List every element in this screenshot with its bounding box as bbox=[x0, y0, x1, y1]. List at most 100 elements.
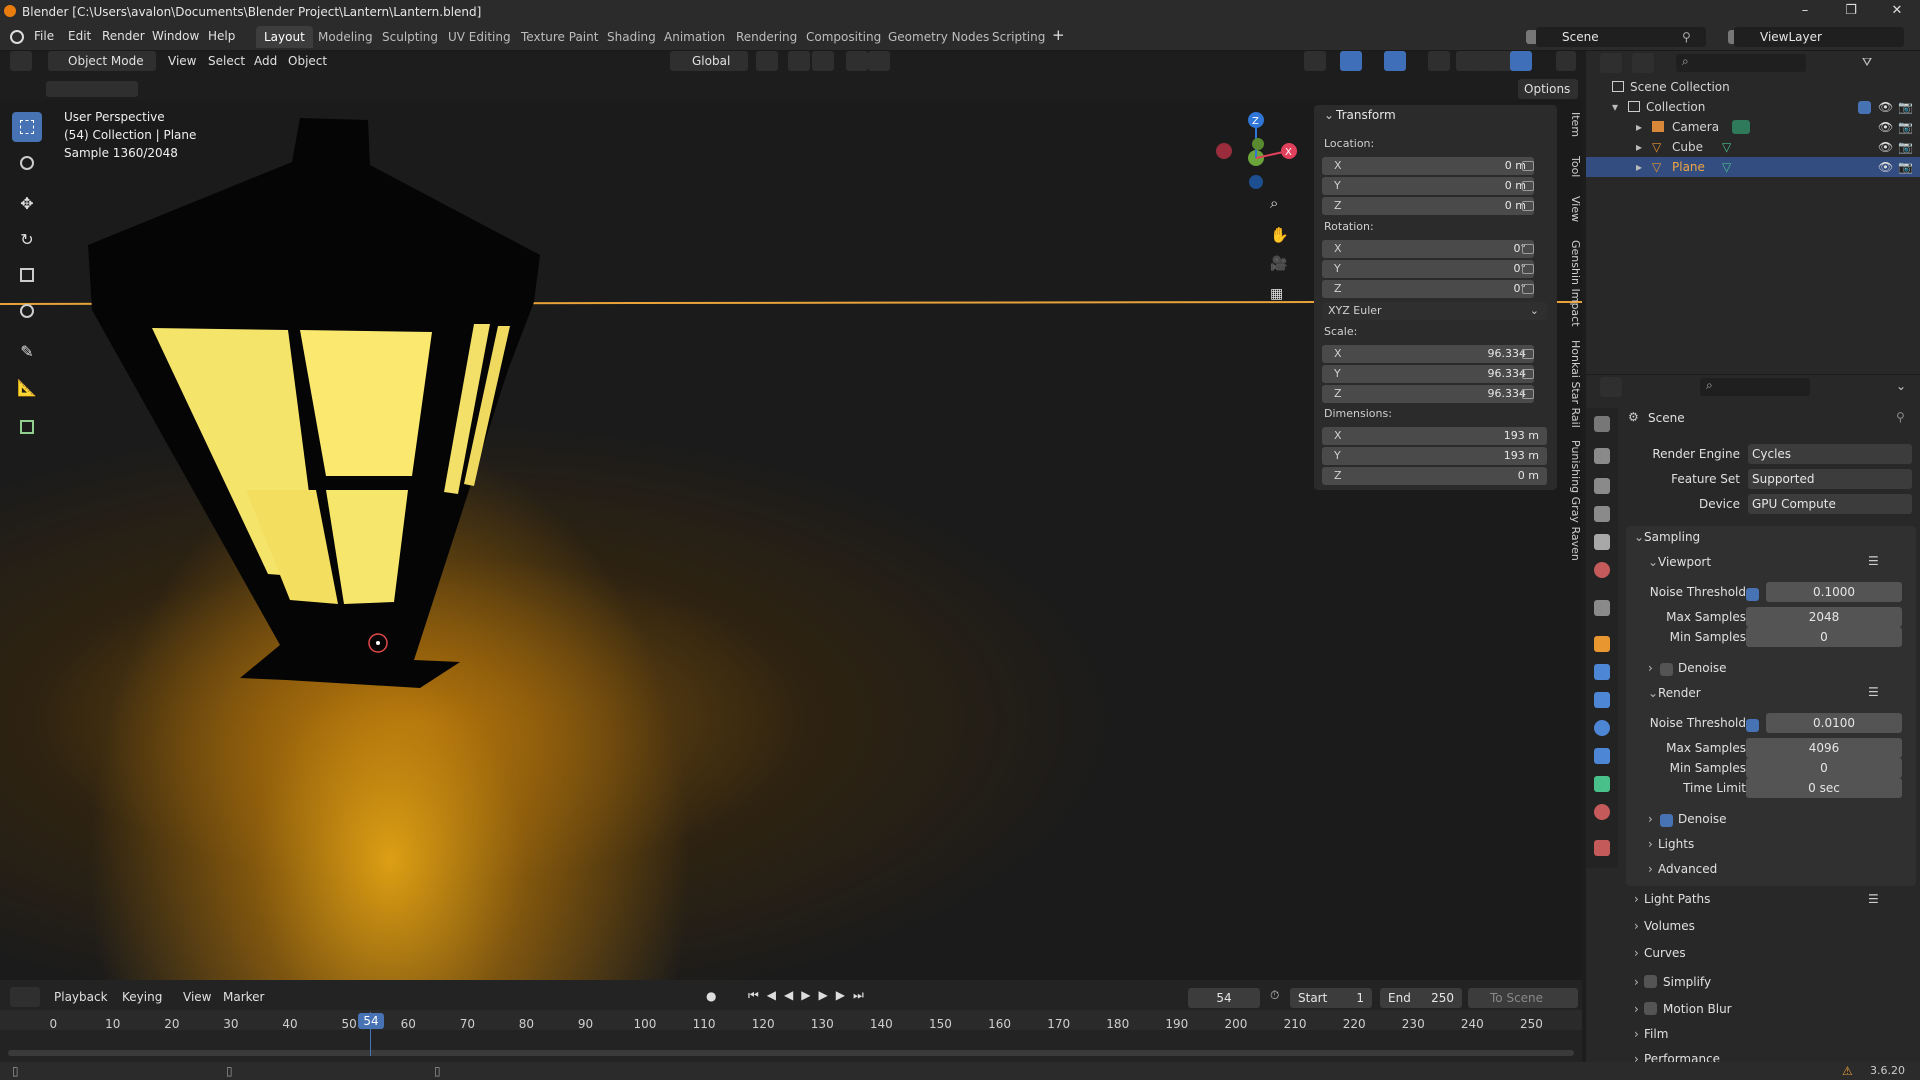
presets-list-icon[interactable]: ☰ bbox=[1868, 685, 1879, 699]
particles-tab-icon[interactable] bbox=[1594, 692, 1610, 708]
menu-render[interactable]: Render bbox=[102, 29, 145, 43]
rotation-y-field[interactable]: Y 0° bbox=[1322, 260, 1534, 278]
select-box-tool[interactable] bbox=[12, 112, 42, 142]
device-dropdown[interactable]: GPU Compute bbox=[1748, 494, 1912, 514]
transform-chevron-icon[interactable]: ⌄ bbox=[1324, 108, 1334, 122]
display-mode-icon[interactable] bbox=[1632, 53, 1654, 73]
feature-set-dropdown[interactable]: Supported bbox=[1748, 469, 1912, 489]
tab-shading[interactable]: Shading bbox=[599, 26, 664, 48]
tab-uv-editing[interactable]: UV Editing bbox=[440, 26, 519, 48]
outliner-collection[interactable]: ▾ Collection 👁 📷 bbox=[1586, 97, 1920, 117]
auto-keying-icon[interactable]: ● bbox=[706, 989, 716, 1003]
render-denoise-header[interactable]: › bbox=[1648, 812, 1658, 826]
outliner-search-input[interactable]: ⌕ bbox=[1676, 54, 1806, 72]
render-max-samples-field[interactable]: 4096 bbox=[1746, 738, 1902, 758]
constraints-tab-icon[interactable] bbox=[1594, 748, 1610, 764]
menu-file[interactable]: File bbox=[34, 29, 54, 43]
presets-list-icon[interactable]: ☰ bbox=[1868, 892, 1879, 906]
curves-panel[interactable]: › Curves bbox=[1634, 946, 1686, 960]
sampling-header[interactable]: ⌄Sampling bbox=[1634, 530, 1700, 544]
expand-icon[interactable]: ▾ bbox=[1612, 97, 1618, 117]
simplify-checkbox[interactable] bbox=[1644, 975, 1657, 988]
end-frame-field[interactable]: End 250 bbox=[1380, 988, 1462, 1008]
location-x-field[interactable]: X0 m bbox=[1322, 157, 1534, 175]
tab-compositing[interactable]: Compositing bbox=[798, 26, 889, 48]
presets-list-icon[interactable]: ☰ bbox=[1868, 554, 1879, 568]
expand-icon[interactable]: ▸ bbox=[1636, 157, 1642, 177]
timeline-menu-view[interactable]: View bbox=[183, 990, 211, 1004]
light-paths-panel[interactable]: › Light Paths bbox=[1634, 892, 1710, 906]
camera-render-icon[interactable]: 📷 bbox=[1898, 97, 1913, 117]
dimensions-x-field[interactable]: X 193 m bbox=[1322, 427, 1547, 445]
lock-icon[interactable] bbox=[1522, 369, 1534, 379]
render-noise-field[interactable]: 0.0100 bbox=[1766, 713, 1902, 733]
viewport-noise-field[interactable]: 0.1000 bbox=[1766, 582, 1902, 602]
dimensions-z-field[interactable]: Z0 m bbox=[1322, 467, 1547, 485]
stopwatch-icon[interactable]: ⏱ bbox=[1270, 988, 1279, 1003]
expand-icon[interactable]: ▸ bbox=[1636, 137, 1642, 157]
current-frame-field[interactable]: 54 bbox=[1188, 988, 1260, 1008]
rotation-z-field[interactable]: Z 0° bbox=[1322, 280, 1534, 298]
object-tab-icon[interactable] bbox=[1594, 636, 1610, 652]
render-min-samples-field[interactable]: 0 bbox=[1746, 758, 1902, 778]
mode-selector[interactable]: Object Mode bbox=[48, 51, 156, 71]
selection-mode-buttons[interactable] bbox=[46, 81, 138, 97]
view-layer-selector[interactable]: ViewLayer bbox=[1734, 27, 1904, 47]
volumes-panel[interactable]: › Volumes bbox=[1634, 919, 1695, 933]
scene-selector[interactable]: Scene bbox=[1536, 27, 1706, 47]
viewport-subpanel-header[interactable]: ⌄Viewport bbox=[1648, 555, 1711, 569]
to-scene-range-button[interactable]: To Scene Range bbox=[1468, 988, 1578, 1025]
tab-texture-paint[interactable]: Texture Paint bbox=[513, 26, 606, 48]
render-denoise-checkbox[interactable] bbox=[1660, 814, 1673, 827]
warning-icon[interactable]: ⚠ bbox=[1842, 1064, 1853, 1078]
tab-animation[interactable]: Animation bbox=[656, 26, 733, 48]
eye-icon[interactable]: 👁 bbox=[1878, 157, 1893, 177]
outliner-editor-type-icon[interactable] bbox=[1600, 53, 1622, 73]
material-tab-icon[interactable] bbox=[1594, 804, 1610, 820]
render-noise-checkbox[interactable] bbox=[1746, 719, 1759, 732]
scale-y-field[interactable]: Y 96.334 bbox=[1322, 365, 1534, 383]
sidebar-tab-tool[interactable]: Tool bbox=[1566, 156, 1582, 177]
pivot-icon[interactable] bbox=[756, 51, 778, 71]
texture-tab-icon[interactable] bbox=[1594, 840, 1610, 856]
pause-render-icon[interactable] bbox=[1556, 51, 1576, 71]
tab-layout[interactable]: Layout bbox=[256, 26, 313, 48]
timeline-menu-marker[interactable]: Marker bbox=[223, 990, 264, 1004]
render-engine-dropdown[interactable]: Cycles bbox=[1748, 444, 1912, 464]
pin-icon[interactable]: ⚲ bbox=[1896, 410, 1905, 424]
viewport-menu-object[interactable]: Object bbox=[288, 54, 327, 68]
pin-icon[interactable]: ⚲ bbox=[1682, 30, 1691, 44]
navigation-gizmo[interactable]: Z X ⌕ ✋ 🎥 ▦ bbox=[1208, 108, 1308, 308]
menu-help[interactable]: Help bbox=[208, 29, 235, 43]
tab-scripting[interactable]: Scripting bbox=[984, 26, 1053, 48]
lock-icon[interactable] bbox=[1522, 201, 1534, 211]
tab-modeling[interactable]: Modeling bbox=[310, 26, 381, 48]
properties-options-icon[interactable]: ⌄ bbox=[1896, 379, 1906, 393]
tab-rendering[interactable]: Rendering bbox=[728, 26, 805, 48]
playhead[interactable]: 54 bbox=[358, 1013, 384, 1029]
timeline-scrollbar[interactable] bbox=[8, 1050, 1574, 1056]
viewport-denoise-checkbox[interactable] bbox=[1660, 663, 1673, 676]
lock-icon[interactable] bbox=[1522, 389, 1534, 399]
start-frame-field[interactable]: Start 1 bbox=[1290, 988, 1372, 1008]
lock-icon[interactable] bbox=[1522, 244, 1534, 254]
options-dropdown[interactable]: Options bbox=[1518, 79, 1578, 99]
cursor-tool[interactable] bbox=[12, 148, 42, 178]
viewport-menu-view[interactable]: View bbox=[168, 54, 196, 68]
output-tab-icon[interactable] bbox=[1594, 478, 1610, 494]
snap-target-icon[interactable] bbox=[812, 51, 834, 71]
sidebar-tab-item[interactable]: Item bbox=[1566, 112, 1582, 137]
render-tab-icon[interactable] bbox=[1594, 448, 1610, 464]
lock-icon[interactable] bbox=[1522, 181, 1534, 191]
playback-controls[interactable]: ⏮◀◀▶▶▶⏭ bbox=[748, 988, 872, 1003]
transform-orientation[interactable]: Global bbox=[670, 51, 748, 71]
tool-tab-icon[interactable] bbox=[1594, 416, 1610, 432]
motion-blur-panel[interactable]: › Motion Blur bbox=[1634, 1000, 1732, 1016]
performance-panel[interactable]: › Performance bbox=[1634, 1052, 1720, 1062]
viewport-menu-add[interactable]: Add bbox=[254, 54, 277, 68]
lights-subpanel[interactable]: › Lights bbox=[1648, 837, 1694, 851]
gizmo-icon[interactable] bbox=[1340, 51, 1362, 71]
properties-editor-type-icon[interactable] bbox=[1600, 377, 1622, 397]
viewport-max-samples-field[interactable]: 2048 bbox=[1746, 607, 1902, 627]
lock-icon[interactable] bbox=[1522, 284, 1534, 294]
